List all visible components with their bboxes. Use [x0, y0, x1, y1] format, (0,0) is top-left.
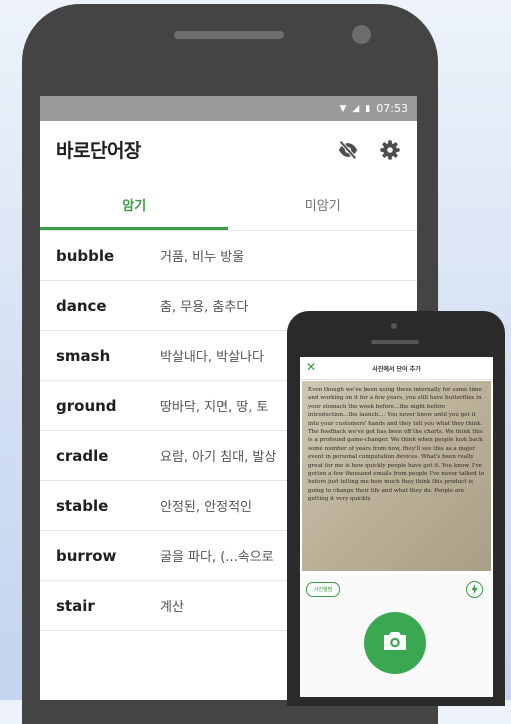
front-camera	[391, 323, 397, 329]
phone-frame-secondary: ✕ 사진에서 단어 추가 Even though we've been usin…	[287, 311, 505, 706]
wifi-icon: ▼	[339, 103, 347, 114]
photo-album-button[interactable]: 사진앨범	[306, 582, 340, 597]
eye-off-icon[interactable]	[335, 137, 361, 163]
word-meaning: 박살내다, 박살나다	[160, 350, 264, 365]
word-text: smash	[56, 346, 111, 365]
shutter-button[interactable]	[364, 612, 426, 674]
scan-title: 사진에서 단어 추가	[372, 365, 421, 373]
word-meaning: 땅바닥, 지면, 땅, 토	[160, 400, 269, 415]
word-meaning: 계산	[160, 600, 184, 615]
gear-icon[interactable]	[377, 137, 403, 163]
page-title: 바로단어장	[56, 140, 141, 162]
word-text: ground	[56, 396, 117, 415]
word-text: bubble	[56, 246, 115, 265]
phone-screen-scan: ✕ 사진에서 단어 추가 Even though we've been usin…	[300, 357, 493, 697]
tab-memorized[interactable]: 암기	[40, 178, 229, 230]
scan-controls: 사진앨범	[300, 574, 493, 697]
app-bar: 바로단어장	[40, 121, 417, 178]
scanned-page-photo: Even though we've been using these inter…	[302, 381, 491, 571]
tab-bar: 암기 미암기	[40, 178, 417, 230]
word-text: stable	[56, 496, 109, 515]
signal-icon: ◢	[352, 103, 360, 114]
word-meaning: 굴을 파다, (...속으로	[160, 550, 274, 565]
speaker-grille	[371, 340, 419, 344]
word-text: stair	[56, 596, 95, 615]
close-icon[interactable]: ✕	[306, 360, 316, 374]
word-text: cradle	[56, 446, 109, 465]
word-text: dance	[56, 296, 107, 315]
flash-icon[interactable]	[466, 581, 483, 598]
tab-indicator	[40, 227, 228, 230]
word-meaning: 요람, 아기 침대, 발상	[160, 450, 277, 465]
word-text: burrow	[56, 546, 117, 565]
status-bar: ▼ ◢ ▮ 07:53	[40, 96, 417, 121]
tab-not-memorized[interactable]: 미암기	[229, 178, 418, 230]
speaker-grille	[174, 31, 284, 39]
word-meaning: 춤, 무용, 춤추다	[160, 300, 249, 315]
battery-icon: ▮	[365, 103, 371, 114]
camera-icon	[383, 631, 407, 655]
word-meaning: 거품, 비누 방울	[160, 250, 245, 265]
status-time: 07:53	[376, 102, 408, 115]
scan-header: ✕ 사진에서 단어 추가	[300, 357, 493, 380]
front-camera	[352, 25, 371, 44]
word-meaning: 안정된, 안정적인	[160, 500, 252, 515]
list-item[interactable]: bubble 거품, 비누 방울	[40, 231, 417, 281]
